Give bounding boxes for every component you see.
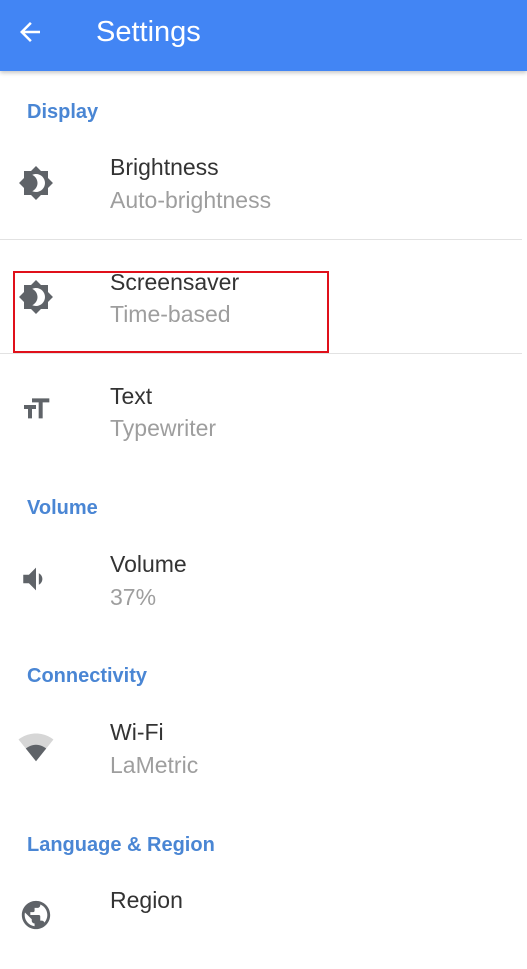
settings-item-region[interactable]: Region <box>0 869 527 969</box>
back-button[interactable] <box>12 14 48 50</box>
brightness-value: Auto-brightness <box>110 187 272 213</box>
screensaver-value: Time-based <box>110 301 231 327</box>
divider <box>0 239 522 240</box>
section-header-volume: Volume <box>27 497 98 519</box>
divider <box>0 353 522 354</box>
screensaver-icon <box>18 279 54 315</box>
wifi-label: Wi-Fi <box>110 719 164 745</box>
settings-item-text[interactable]: Text Typewriter <box>0 364 527 464</box>
settings-item-volume[interactable]: Volume 37% <box>0 532 527 632</box>
volume-label: Volume <box>110 551 187 577</box>
brightness-icon <box>18 165 54 201</box>
globe-icon <box>18 897 54 933</box>
wifi-icon <box>18 729 54 765</box>
brightness-label: Brightness <box>110 154 219 180</box>
wifi-value: LaMetric <box>110 752 199 778</box>
volume-icon <box>18 561 54 597</box>
volume-value: 37% <box>110 584 157 610</box>
screensaver-label: Screensaver <box>110 269 240 295</box>
app-bar: Settings <box>0 0 527 71</box>
settings-item-brightness[interactable]: Brightness Auto-brightness <box>0 135 527 235</box>
text-label: Text <box>110 383 153 409</box>
settings-item-wifi[interactable]: Wi-Fi LaMetric <box>0 700 527 800</box>
section-header-connectivity: Connectivity <box>27 665 148 687</box>
page-title: Settings <box>96 16 201 48</box>
section-header-display: Display <box>27 101 99 123</box>
settings-item-screensaver[interactable]: Screensaver Time-based <box>0 250 527 350</box>
text-size-icon <box>18 391 54 427</box>
region-label: Region <box>110 887 183 913</box>
text-value: Typewriter <box>110 415 217 441</box>
section-header-language-region: Language & Region <box>27 834 215 856</box>
arrow-back-icon <box>20 22 40 42</box>
